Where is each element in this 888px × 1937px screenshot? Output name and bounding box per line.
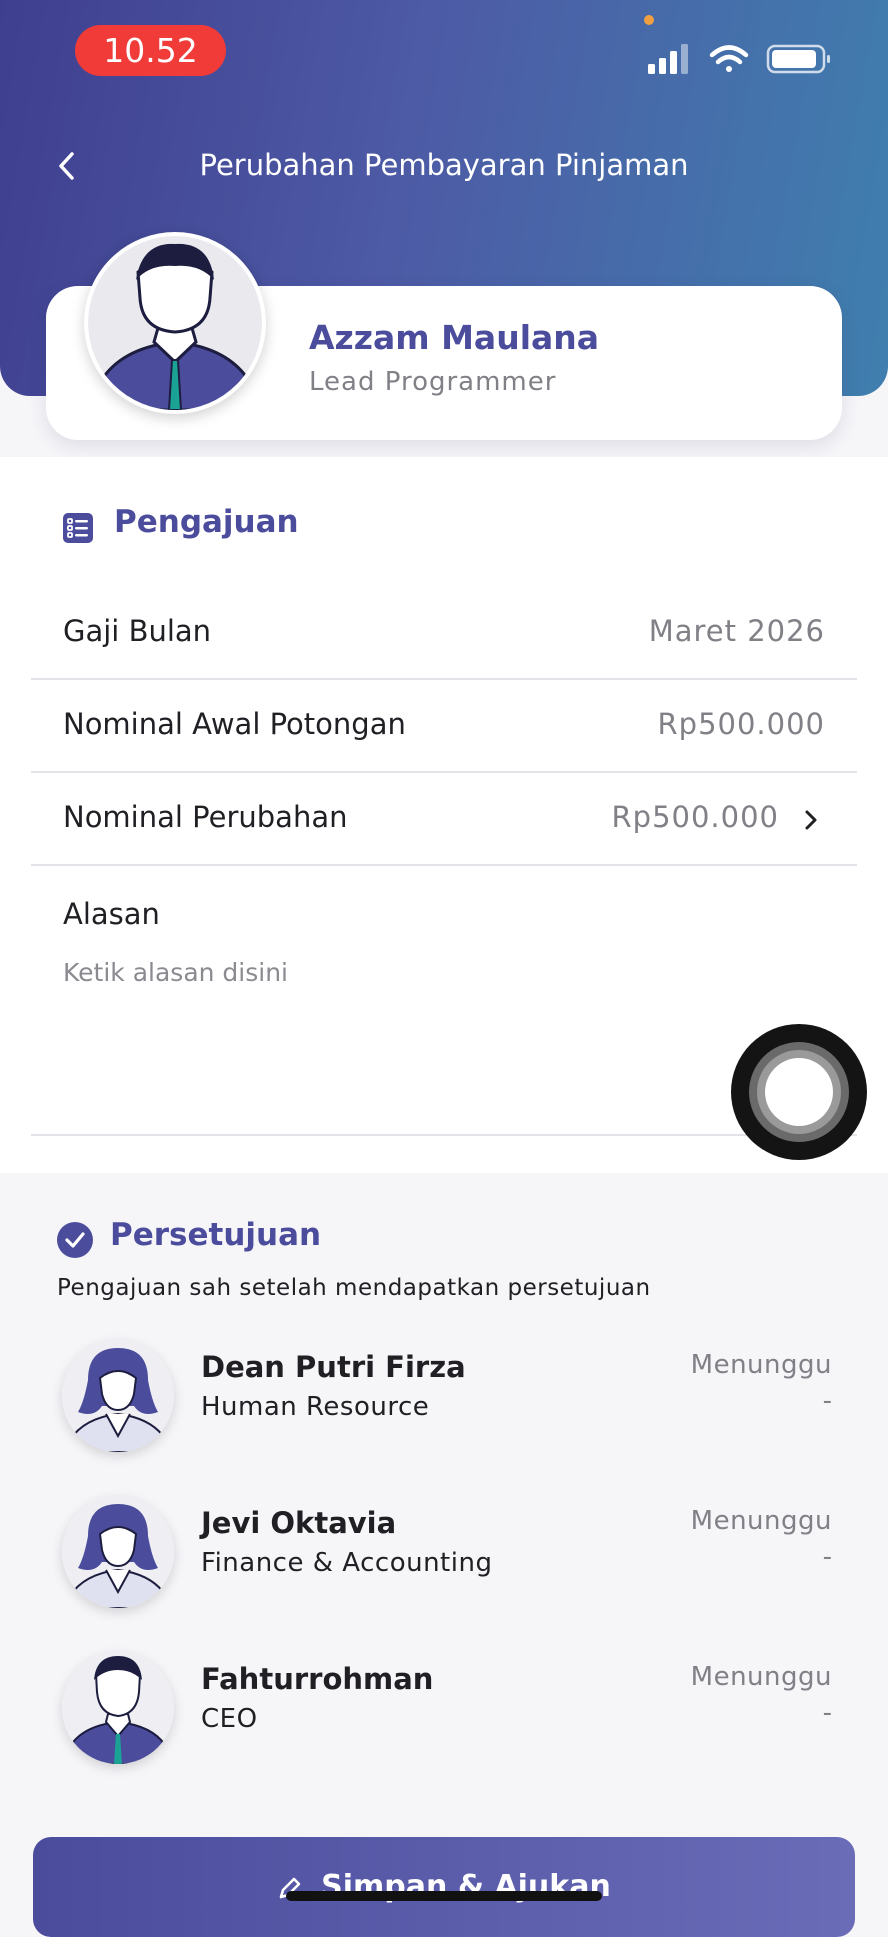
submit-button[interactable]: Simpan & Ajukan bbox=[33, 1837, 855, 1937]
approver-status: Menunggu bbox=[690, 1350, 832, 1380]
back-chevron-icon bbox=[59, 152, 74, 180]
battery-icon bbox=[766, 44, 830, 74]
approver-status: Menunggu bbox=[690, 1662, 832, 1692]
approver-department: CEO bbox=[201, 1704, 258, 1734]
approval-title: Persetujuan bbox=[110, 1217, 322, 1253]
salary-month-row: Gaji Bulan Maret 2026 bbox=[31, 588, 857, 680]
status-icons bbox=[648, 44, 830, 74]
assistive-touch-icon bbox=[765, 1058, 833, 1126]
approver-department: Finance & Accounting bbox=[201, 1548, 493, 1578]
approver-item: Jevi Oktavia Finance & Accounting Menung… bbox=[0, 1496, 888, 1626]
change-amount-label: Nominal Perubahan bbox=[63, 800, 348, 834]
salary-month-value: Maret 2026 bbox=[648, 614, 825, 648]
page-title: Perubahan Pembayaran Pinjaman bbox=[199, 148, 689, 182]
wifi-icon bbox=[709, 45, 749, 72]
avatar bbox=[62, 1496, 174, 1608]
initial-deduction-value: Rp500.000 bbox=[657, 707, 825, 741]
approval-description: Pengajuan sah setelah mendapatkan perset… bbox=[57, 1275, 651, 1301]
status-time: 10.52 bbox=[75, 25, 226, 76]
approver-item: Fahturrohman CEO Menunggu - bbox=[0, 1652, 888, 1782]
approver-name: Dean Putri Firza bbox=[201, 1350, 466, 1384]
reason-label: Alasan bbox=[63, 897, 160, 931]
home-indicator bbox=[286, 1891, 602, 1901]
initial-deduction-row: Nominal Awal Potongan Rp500.000 bbox=[31, 681, 857, 773]
salary-month-label: Gaji Bulan bbox=[63, 614, 212, 648]
profile-role: Lead Programmer bbox=[309, 367, 557, 397]
approver-name: Jevi Oktavia bbox=[201, 1506, 397, 1540]
approver-date: - bbox=[822, 1386, 832, 1416]
back-button[interactable] bbox=[50, 148, 86, 184]
divider bbox=[31, 1134, 857, 1136]
approver-name: Fahturrohman bbox=[201, 1662, 434, 1696]
assistive-touch-button[interactable] bbox=[731, 1024, 867, 1160]
approver-department: Human Resource bbox=[201, 1392, 430, 1422]
profile-name: Azzam Maulana bbox=[309, 318, 600, 357]
avatar bbox=[62, 1340, 174, 1452]
signal-icon bbox=[648, 44, 688, 74]
change-amount-row[interactable]: Nominal Perubahan Rp500.000 bbox=[31, 774, 857, 866]
avatar bbox=[62, 1652, 174, 1764]
approver-status: Menunggu bbox=[690, 1506, 832, 1536]
approver-item: Dean Putri Firza Human Resource Menunggu… bbox=[0, 1340, 888, 1470]
approver-date: - bbox=[822, 1698, 832, 1728]
approver-date: - bbox=[822, 1542, 832, 1572]
submission-title: Pengajuan bbox=[114, 504, 299, 540]
reason-input[interactable] bbox=[63, 958, 743, 1108]
list-icon bbox=[63, 513, 93, 543]
check-circle-icon bbox=[57, 1222, 93, 1258]
change-amount-value: Rp500.000 bbox=[611, 800, 779, 834]
privacy-indicator-dot bbox=[644, 15, 654, 25]
avatar bbox=[84, 232, 266, 414]
chevron-right-icon bbox=[805, 810, 817, 830]
initial-deduction-label: Nominal Awal Potongan bbox=[63, 707, 406, 741]
